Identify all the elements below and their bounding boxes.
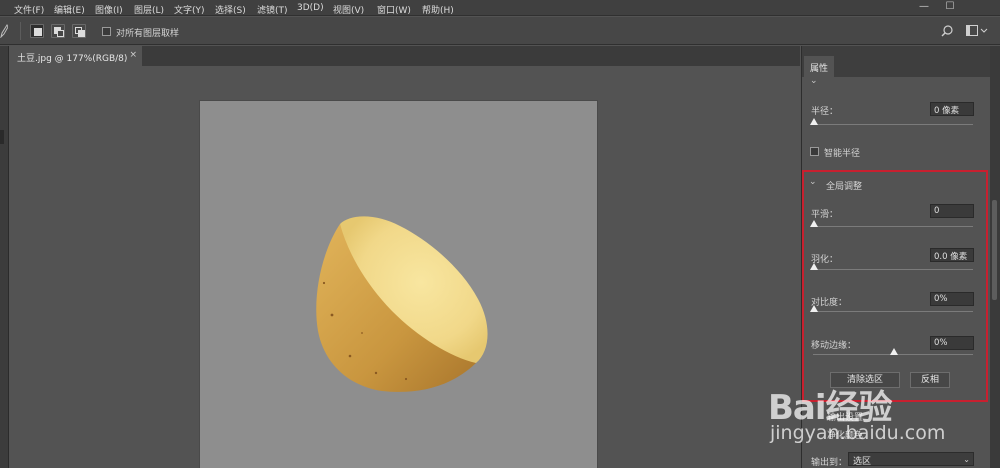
document-tab-label: 土豆.jpg @ 177%(RGB/8) xyxy=(17,54,128,64)
smart-radius-checkbox[interactable] xyxy=(810,147,819,156)
menu-filter[interactable]: 滤镜(T) xyxy=(257,3,288,16)
tools-panel-edge xyxy=(0,46,9,468)
separator xyxy=(20,22,21,40)
new-selection-mode-button[interactable] xyxy=(30,24,44,38)
search-icon[interactable] xyxy=(941,25,953,37)
menu-3d[interactable]: 3D(D) xyxy=(297,3,324,13)
photoshop-window: 文件(F) 编辑(E) 图像(I) 图层(L) 文字(Y) 选择(S) 滤镜(T… xyxy=(0,0,1000,468)
menu-file[interactable]: 文件(F) xyxy=(14,3,44,16)
sample-all-layers-label: 对所有图层取样 xyxy=(116,29,180,39)
options-bar: 对所有图层取样 xyxy=(0,17,1000,45)
sample-all-layers-checkbox[interactable] xyxy=(102,27,111,36)
document-tab-bar: 土豆.jpg @ 177%(RGB/8) × xyxy=(10,46,800,66)
minimize-button[interactable]: — xyxy=(912,0,936,16)
document-canvas[interactable] xyxy=(200,101,597,468)
watermark-url: jingyan.baidu.com xyxy=(770,422,946,444)
menu-window[interactable]: 窗口(W) xyxy=(377,3,411,16)
menu-view[interactable]: 视图(V) xyxy=(333,3,364,16)
menu-edit[interactable]: 编辑(E) xyxy=(54,3,85,16)
radius-slider-track[interactable] xyxy=(813,124,973,125)
canvas-area[interactable] xyxy=(10,66,800,468)
document-tab[interactable]: 土豆.jpg @ 177%(RGB/8) × xyxy=(10,46,142,66)
workspace-switcher-icon[interactable] xyxy=(966,25,988,37)
baidu-jingyan-watermark: Bai经验 jingyan.baidu.com xyxy=(768,380,998,468)
tool-indicator xyxy=(0,130,4,144)
close-tab-icon[interactable]: × xyxy=(129,50,137,60)
radius-slider-thumb[interactable] xyxy=(810,118,818,125)
collapse-edge-detection-icon[interactable]: ⌄ xyxy=(810,76,818,86)
menu-bar: 文件(F) 编辑(E) 图像(I) 图层(L) 文字(Y) 选择(S) 滤镜(T… xyxy=(0,0,1000,16)
menu-type[interactable]: 文字(Y) xyxy=(174,3,205,16)
subtract-from-selection-mode-button[interactable] xyxy=(72,24,86,38)
menu-select[interactable]: 选择(S) xyxy=(215,3,246,16)
menu-image[interactable]: 图像(I) xyxy=(95,3,123,16)
panel-scrollbar[interactable] xyxy=(992,200,997,300)
menu-help[interactable]: 帮助(H) xyxy=(422,3,454,16)
maximize-button[interactable]: ☐ xyxy=(938,0,962,16)
add-to-selection-mode-button[interactable] xyxy=(51,24,65,38)
panel-header: 属性 xyxy=(802,46,991,77)
radius-input[interactable]: 0 像素 xyxy=(930,102,974,116)
tab-properties[interactable]: 属性 xyxy=(804,56,834,77)
menu-layer[interactable]: 图层(L) xyxy=(134,3,164,16)
brush-tool-icon[interactable] xyxy=(0,24,8,38)
highlight-box xyxy=(802,170,988,402)
radius-label: 半径： xyxy=(811,107,839,117)
potato-image xyxy=(316,216,488,392)
smart-radius-label: 智能半径 xyxy=(824,149,861,159)
